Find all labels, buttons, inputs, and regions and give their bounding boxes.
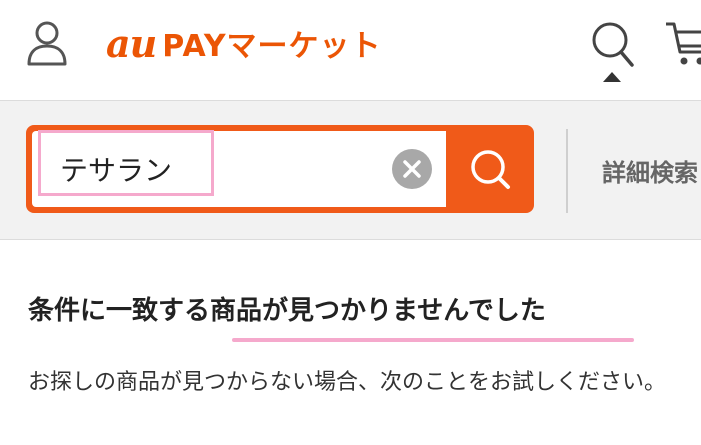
au-pay-market-logo[interactable]: au PAYマーケット [106, 18, 382, 68]
search-input-wrapper [32, 131, 446, 207]
title-highlight-underline [232, 338, 634, 342]
no-results-title: 条件に一致する商品が見つかりませんでした [28, 296, 546, 326]
page: au PAYマーケット テサラン 詳細検索 条件に一致する商品が見つかりませんで… [0, 0, 701, 445]
clear-search-button[interactable] [392, 149, 432, 189]
search-input[interactable] [32, 131, 372, 207]
cart-icon[interactable] [664, 20, 701, 68]
divider [566, 129, 568, 213]
search-icon [471, 150, 510, 189]
header: au PAYマーケット [0, 0, 701, 101]
close-icon [403, 160, 421, 178]
search-active-indicator [603, 72, 621, 82]
search-bar-area: 詳細検索 [0, 101, 701, 240]
search-box [26, 125, 534, 213]
user-icon[interactable] [26, 20, 68, 66]
search-icon[interactable] [590, 20, 634, 68]
logo-text: PAYマーケット [162, 29, 382, 64]
logo-au: au [106, 20, 157, 66]
search-submit-button[interactable] [448, 125, 534, 213]
suggestion-message: お探しの商品が見つからない場合、次のことをお試しください。 [28, 370, 667, 395]
advanced-search-link[interactable]: 詳細検索 [602, 153, 698, 188]
